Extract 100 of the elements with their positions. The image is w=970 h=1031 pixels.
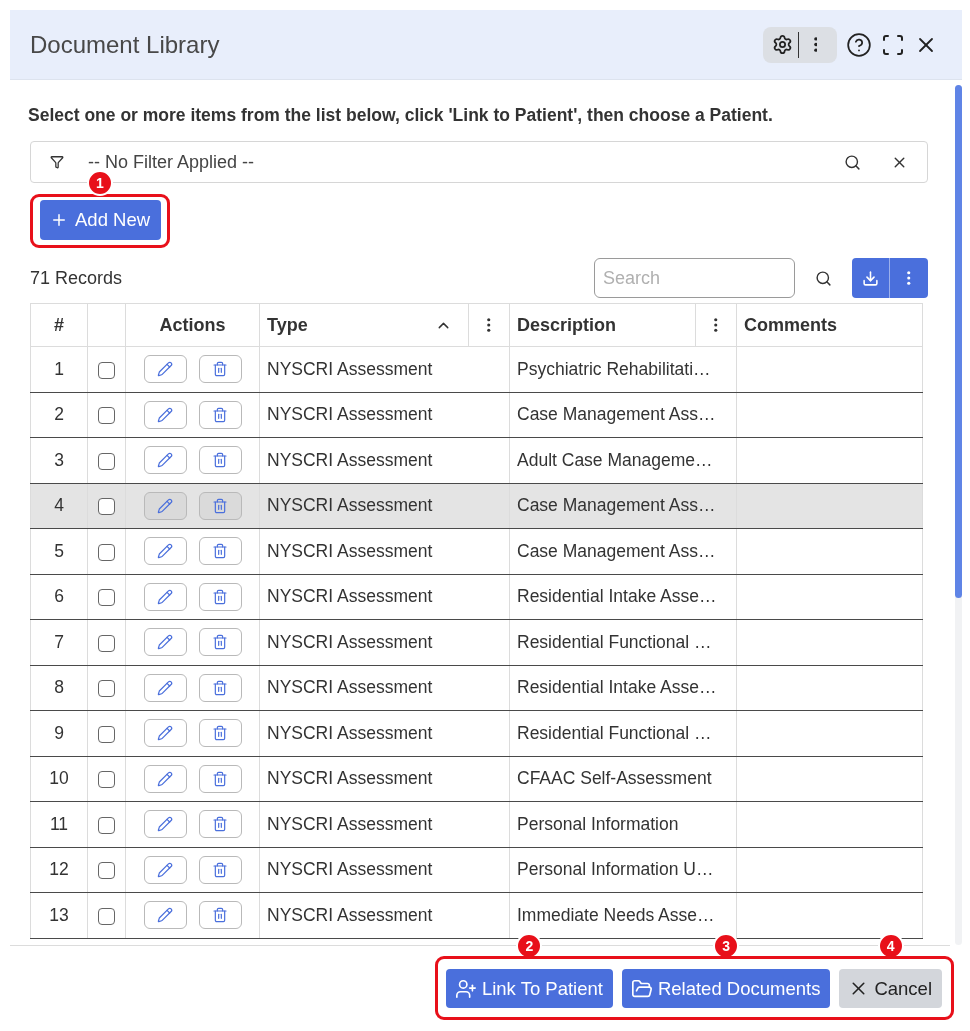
table-row[interactable]: 7 NYSCRI Assessment Residential Functional … xyxy=(30,619,923,665)
more-vertical-icon xyxy=(487,318,491,332)
edit-button[interactable] xyxy=(143,719,187,748)
delete-button[interactable] xyxy=(198,810,242,839)
delete-button[interactable] xyxy=(198,582,242,611)
table-cell: Case Management Ass… xyxy=(509,392,737,438)
delete-button[interactable] xyxy=(198,446,242,475)
edit-button[interactable] xyxy=(143,582,187,611)
delete-button[interactable] xyxy=(198,355,242,384)
table-row[interactable]: 6 NYSCRI Assessment Residential Intake Asse… xyxy=(30,574,923,620)
table-cell: Residential Functional … xyxy=(509,619,737,665)
trash-icon xyxy=(212,497,228,514)
edit-button[interactable] xyxy=(143,491,187,520)
delete-button[interactable] xyxy=(198,764,242,793)
pencil-icon xyxy=(157,679,173,696)
table-row[interactable]: 5 NYSCRI Assessment Case Management Ass… xyxy=(30,528,923,574)
folder-icon xyxy=(630,977,653,1000)
edit-button[interactable] xyxy=(143,673,187,702)
table-row[interactable]: 10 NYSCRI Assessment CFAAC Self-Assessment xyxy=(30,756,923,802)
delete-button[interactable] xyxy=(198,719,242,748)
checkbox[interactable] xyxy=(98,407,115,425)
trash-icon xyxy=(212,725,228,742)
column-header[interactable]: Type xyxy=(267,314,308,336)
more-vertical-icon xyxy=(714,318,718,332)
checkbox[interactable] xyxy=(98,543,115,561)
filter-value: -- No Filter Applied -- xyxy=(88,151,255,173)
edit-button[interactable] xyxy=(143,355,187,384)
checkbox[interactable] xyxy=(98,862,115,880)
pencil-icon xyxy=(157,452,173,469)
table-row[interactable]: 8 NYSCRI Assessment Residential Intake Asse… xyxy=(30,665,923,711)
delete-button[interactable] xyxy=(198,628,242,657)
checkbox[interactable] xyxy=(98,816,115,834)
delete-button[interactable] xyxy=(198,901,242,930)
table-cell: 2 xyxy=(30,392,88,438)
table-row[interactable]: 13 NYSCRI Assessment Immediate Needs Asse… xyxy=(30,892,923,938)
checkbox[interactable] xyxy=(98,589,115,607)
table-cell: 3 xyxy=(30,437,88,483)
table-cell: 1 xyxy=(30,346,88,392)
add-new-button[interactable]: Add New xyxy=(40,200,162,240)
edit-button[interactable] xyxy=(143,855,187,884)
edit-button[interactable] xyxy=(143,628,187,657)
search-icon[interactable] xyxy=(844,153,861,171)
edit-button[interactable] xyxy=(143,810,187,839)
table-row[interactable]: 4 NYSCRI Assessment Case Management Ass… xyxy=(30,483,923,529)
delete-button[interactable] xyxy=(198,855,242,884)
table-row[interactable]: 9 NYSCRI Assessment Residential Functional … xyxy=(30,710,923,756)
search-field[interactable]: Search xyxy=(594,258,795,298)
scrollbar-thumb[interactable] xyxy=(955,85,962,598)
plus-icon xyxy=(50,211,68,229)
link-to-patient-button[interactable]: Link To Patient xyxy=(445,969,613,1008)
search-icon[interactable] xyxy=(815,269,832,287)
trash-icon xyxy=(212,816,228,833)
instruction-text: Select one or more items from the list below, click 'Link to Patient', then choose a Patient. xyxy=(28,105,773,126)
delete-button[interactable] xyxy=(198,537,242,566)
table-cell: 8 xyxy=(30,665,88,711)
cancel-button[interactable]: Cancel xyxy=(839,969,942,1008)
checkbox[interactable] xyxy=(98,498,115,516)
related-documents-button[interactable]: Related Documents xyxy=(621,969,831,1008)
table-cell: 7 xyxy=(30,619,88,665)
download-icon xyxy=(862,269,879,287)
checkbox[interactable] xyxy=(98,452,115,470)
table-cell: NYSCRI Assessment xyxy=(259,619,510,665)
pencil-icon xyxy=(157,497,173,514)
edit-button[interactable] xyxy=(143,764,187,793)
help-button[interactable] xyxy=(846,31,872,58)
checkbox[interactable] xyxy=(98,907,115,925)
checkbox[interactable] xyxy=(98,680,115,698)
edit-button[interactable] xyxy=(143,901,187,930)
checkbox[interactable] xyxy=(98,634,115,652)
settings-icon xyxy=(772,34,793,55)
pencil-icon xyxy=(157,588,173,605)
table-row[interactable]: 3 NYSCRI Assessment Adult Case Manageme… xyxy=(30,437,923,483)
table-cell: 4 xyxy=(30,483,88,529)
table-row[interactable]: 1 NYSCRI Assessment Psychiatric Rehabilitati… xyxy=(30,346,923,392)
checkbox[interactable] xyxy=(98,771,115,789)
trash-icon xyxy=(212,770,228,787)
edit-button[interactable] xyxy=(143,400,187,429)
user-plus-icon xyxy=(454,977,477,1000)
fullscreen-button[interactable] xyxy=(881,32,905,57)
table-cell: 11 xyxy=(30,801,88,847)
table-cell: NYSCRI Assessment xyxy=(259,756,510,802)
delete-button[interactable] xyxy=(198,673,242,702)
checkbox[interactable] xyxy=(98,725,115,743)
table-cell: 9 xyxy=(30,710,88,756)
table-row[interactable]: 12 NYSCRI Assessment Personal Information U… xyxy=(30,847,923,893)
table-cell: CFAAC Self-Assessment xyxy=(509,756,737,802)
table-cell: 5 xyxy=(30,528,88,574)
delete-button[interactable] xyxy=(198,491,242,520)
delete-button[interactable] xyxy=(198,400,242,429)
edit-button[interactable] xyxy=(143,446,187,475)
edit-button[interactable] xyxy=(143,537,187,566)
table-row[interactable]: 2 NYSCRI Assessment Case Management Ass… xyxy=(30,392,923,438)
table-cell: Personal Information xyxy=(509,801,737,847)
pencil-icon xyxy=(157,861,173,878)
checkbox[interactable] xyxy=(98,361,115,379)
pencil-icon xyxy=(157,361,173,378)
table-row[interactable]: 11 NYSCRI Assessment Personal Information xyxy=(30,801,923,847)
table-cell: NYSCRI Assessment xyxy=(259,437,510,483)
table-cell: NYSCRI Assessment xyxy=(259,710,510,756)
pencil-icon xyxy=(157,725,173,742)
